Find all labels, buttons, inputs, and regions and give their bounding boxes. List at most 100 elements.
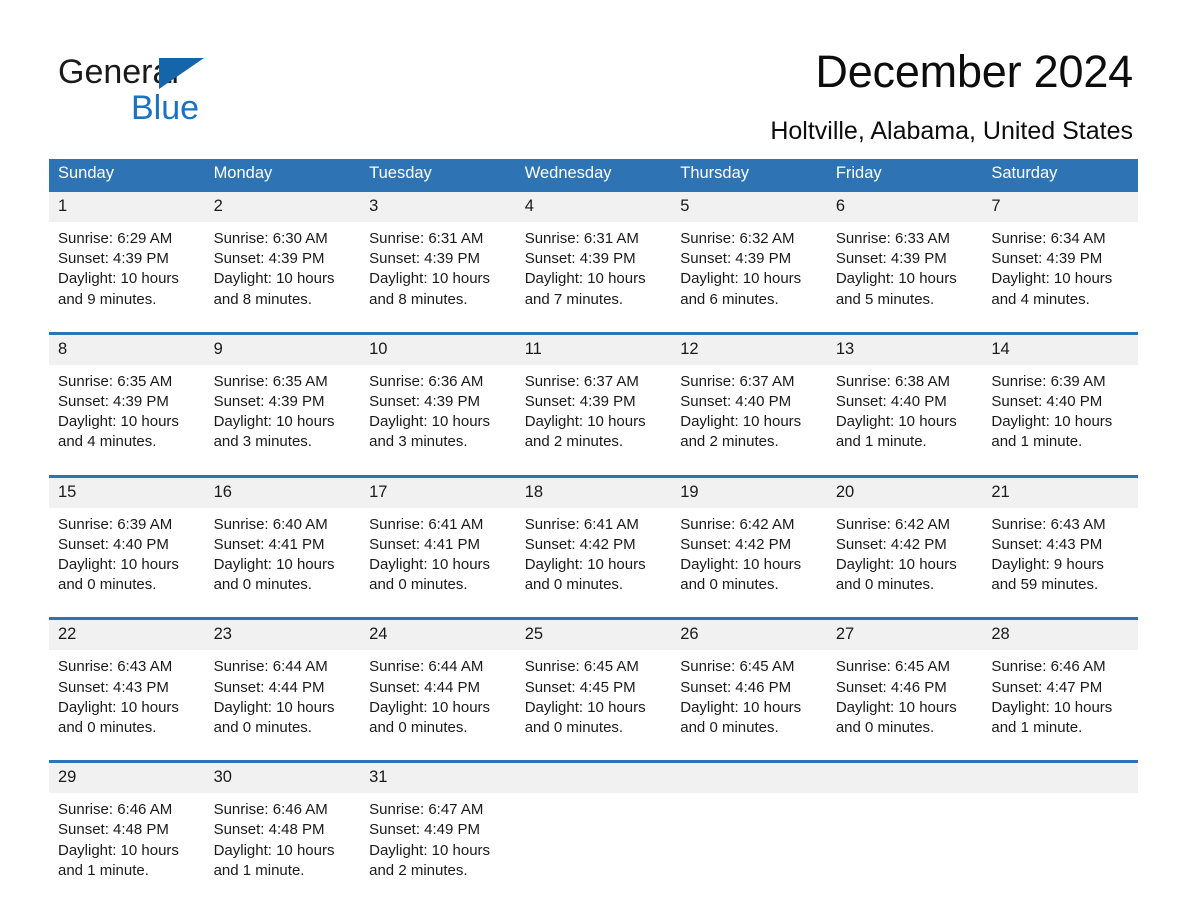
sunset-text: Sunset: 4:40 PM	[58, 535, 169, 553]
sunset-text: Sunset: 4:39 PM	[991, 250, 1103, 268]
calendar-day-cell-empty	[515, 760, 672, 890]
daylight-text: Daylight: 10 hours and 0 minutes.	[369, 698, 491, 737]
sunrise-text: Sunrise: 6:41 AM	[524, 515, 639, 533]
day-number: 13	[826, 334, 983, 365]
calendar-body: 1 Sunrise: 6:29 AM Sunset: 4:39 PM Daylight…	[49, 188, 1138, 890]
sunrise-text: Sunrise: 6:30 AM	[213, 230, 328, 247]
day-number: 1	[49, 192, 205, 222]
logo-triangle-icon	[159, 58, 204, 89]
sunset-text: Sunset: 4:47 PM	[991, 678, 1103, 696]
calendar-day-cell[interactable]: 31 Sunrise: 6:47 AM Sunset: 4:49 PM Dayligh…	[360, 760, 516, 890]
sunrise-text: Sunrise: 6:32 AM	[680, 230, 795, 247]
day-details	[516, 793, 672, 878]
day-details: Sunrise: 6:43 AM Sunset: 4:43 PM Daylight:…	[982, 508, 1138, 604]
day-number: 3	[360, 192, 516, 222]
calendar-day-cell[interactable]: 4 Sunrise: 6:31 AM Sunset: 4:39 PM Daylight…	[515, 188, 672, 318]
calendar-day-cell[interactable]: 27 Sunrise: 6:45 AM Sunset: 4:46 PM Dayligh…	[826, 617, 983, 747]
day-details: Sunrise: 6:46 AM Sunset: 4:47 PM Daylight:…	[982, 650, 1138, 746]
day-number: 7	[982, 192, 1138, 222]
sunset-text: Sunset: 4:42 PM	[680, 535, 792, 553]
calendar-week-row: 15 Sunrise: 6:39 AM Sunset: 4:40 PM Dayligh…	[49, 474, 1138, 604]
calendar-day-cell[interactable]: 16 Sunrise: 6:40 AM Sunset: 4:41 PM Dayligh…	[204, 474, 361, 604]
day-details: Sunrise: 6:42 AM Sunset: 4:42 PM Daylight:…	[827, 508, 983, 604]
calendar-day-cell[interactable]: 2 Sunrise: 6:30 AM Sunset: 4:39 PM Daylight…	[204, 188, 361, 318]
day-details: Sunrise: 6:31 AM Sunset: 4:39 PM Daylight:…	[516, 222, 672, 318]
day-number: 29	[49, 763, 205, 794]
daylight-text: Daylight: 10 hours and 6 minutes.	[680, 270, 802, 308]
sunrise-text: Sunrise: 6:29 AM	[58, 230, 173, 247]
sunrise-text: Sunrise: 6:31 AM	[369, 230, 484, 247]
calendar-day-cell[interactable]: 18 Sunrise: 6:41 AM Sunset: 4:42 PM Dayligh…	[515, 474, 672, 604]
calendar-day-cell[interactable]: 5 Sunrise: 6:32 AM Sunset: 4:39 PM Daylight…	[671, 188, 827, 318]
sunset-text: Sunset: 4:39 PM	[835, 250, 947, 268]
day-details: Sunrise: 6:38 AM Sunset: 4:40 PM Daylight:…	[827, 365, 983, 461]
sunset-text: Sunset: 4:48 PM	[58, 821, 169, 839]
day-number	[982, 763, 1138, 794]
calendar-day-cell[interactable]: 20 Sunrise: 6:42 AM Sunset: 4:42 PM Dayligh…	[826, 474, 983, 604]
logo-word-blue: Blue	[131, 89, 200, 127]
day-details: Sunrise: 6:39 AM Sunset: 4:40 PM Daylight:…	[982, 365, 1138, 461]
daylight-text: Daylight: 10 hours and 0 minutes.	[213, 698, 335, 737]
sunset-text: Sunset: 4:39 PM	[58, 250, 169, 268]
sunset-text: Sunset: 4:39 PM	[524, 393, 636, 411]
calendar-day-cell-empty	[982, 760, 1138, 890]
daylight-text: Daylight: 10 hours and 0 minutes.	[524, 698, 646, 737]
daylight-text: Daylight: 10 hours and 1 minute.	[991, 413, 1113, 451]
calendar-day-cell[interactable]: 12 Sunrise: 6:37 AM Sunset: 4:40 PM Dayligh…	[671, 331, 827, 461]
day-number: 5	[671, 192, 827, 222]
day-details	[671, 793, 827, 878]
day-number: 26	[671, 620, 827, 651]
calendar-table: Sunday Monday Tuesday Wednesday Thursday…	[49, 159, 1138, 890]
day-number	[826, 763, 983, 794]
day-number: 19	[671, 477, 827, 508]
calendar-day-cell[interactable]: 24 Sunrise: 6:44 AM Sunset: 4:44 PM Dayligh…	[360, 617, 516, 747]
day-details: Sunrise: 6:46 AM Sunset: 4:48 PM Daylight:…	[49, 793, 205, 889]
sunset-text: Sunset: 4:39 PM	[369, 393, 481, 411]
calendar-day-cell[interactable]: 28 Sunrise: 6:46 AM Sunset: 4:47 PM Dayligh…	[982, 617, 1138, 747]
day-details: Sunrise: 6:44 AM Sunset: 4:44 PM Daylight:…	[360, 650, 516, 746]
calendar-day-cell[interactable]: 7 Sunrise: 6:34 AM Sunset: 4:39 PM Daylight…	[982, 188, 1138, 318]
calendar-day-cell[interactable]: 10 Sunrise: 6:36 AM Sunset: 4:39 PM Dayligh…	[360, 331, 516, 461]
day-details: Sunrise: 6:34 AM Sunset: 4:39 PM Daylight:…	[982, 222, 1138, 318]
location-subtitle: Holtville, Alabama, United States	[770, 117, 1133, 145]
weekday-header-monday: Monday	[204, 159, 361, 191]
calendar-day-cell[interactable]: 26 Sunrise: 6:45 AM Sunset: 4:46 PM Dayligh…	[671, 617, 827, 747]
calendar-day-cell[interactable]: 13 Sunrise: 6:38 AM Sunset: 4:40 PM Dayligh…	[826, 331, 983, 461]
calendar-day-cell[interactable]: 23 Sunrise: 6:44 AM Sunset: 4:44 PM Dayligh…	[204, 617, 361, 747]
calendar-day-cell-empty	[671, 760, 827, 890]
weekday-header-friday: Friday	[826, 159, 983, 191]
calendar-page: General Blue December 2024 Holtville, Al…	[0, 0, 1188, 918]
day-details	[982, 793, 1138, 878]
calendar-day-cell[interactable]: 22 Sunrise: 6:43 AM Sunset: 4:43 PM Dayligh…	[49, 617, 205, 747]
calendar-day-cell[interactable]: 6 Sunrise: 6:33 AM Sunset: 4:39 PM Daylight…	[826, 188, 983, 318]
calendar-day-cell[interactable]: 3 Sunrise: 6:31 AM Sunset: 4:39 PM Daylight…	[360, 188, 516, 318]
sunset-text: Sunset: 4:45 PM	[524, 678, 636, 696]
calendar-day-cell[interactable]: 15 Sunrise: 6:39 AM Sunset: 4:40 PM Dayligh…	[49, 474, 205, 604]
day-details: Sunrise: 6:46 AM Sunset: 4:48 PM Daylight:…	[205, 793, 361, 889]
calendar-day-cell[interactable]: 11 Sunrise: 6:37 AM Sunset: 4:39 PM Dayligh…	[515, 331, 672, 461]
day-details: Sunrise: 6:37 AM Sunset: 4:39 PM Daylight:…	[516, 365, 672, 461]
calendar-day-cell[interactable]: 21 Sunrise: 6:43 AM Sunset: 4:43 PM Dayligh…	[982, 474, 1138, 604]
day-number: 6	[826, 192, 983, 222]
calendar-week-row: 1 Sunrise: 6:29 AM Sunset: 4:39 PM Daylight…	[49, 188, 1138, 318]
calendar-day-cell[interactable]: 25 Sunrise: 6:45 AM Sunset: 4:45 PM Dayligh…	[515, 617, 672, 747]
day-details: Sunrise: 6:39 AM Sunset: 4:40 PM Daylight:…	[49, 508, 205, 604]
day-details: Sunrise: 6:35 AM Sunset: 4:39 PM Daylight:…	[205, 365, 361, 461]
daylight-text: Daylight: 10 hours and 4 minutes.	[58, 413, 179, 451]
calendar-day-cell[interactable]: 9 Sunrise: 6:35 AM Sunset: 4:39 PM Daylight…	[204, 331, 361, 461]
calendar-day-cell[interactable]: 14 Sunrise: 6:39 AM Sunset: 4:40 PM Dayligh…	[982, 331, 1138, 461]
calendar-day-cell[interactable]: 29 Sunrise: 6:46 AM Sunset: 4:48 PM Dayligh…	[49, 760, 205, 890]
daylight-text: Daylight: 10 hours and 1 minute.	[835, 413, 957, 451]
weekday-header-tuesday: Tuesday	[360, 159, 516, 191]
calendar-day-cell[interactable]: 19 Sunrise: 6:42 AM Sunset: 4:42 PM Dayligh…	[671, 474, 827, 604]
calendar-day-cell[interactable]: 8 Sunrise: 6:35 AM Sunset: 4:39 PM Daylight…	[49, 331, 205, 461]
day-details: Sunrise: 6:29 AM Sunset: 4:39 PM Daylight:…	[49, 222, 205, 318]
general-blue-logo[interactable]: General Blue	[58, 52, 358, 132]
week-spacer-cell	[49, 460, 1138, 477]
day-details: Sunrise: 6:45 AM Sunset: 4:45 PM Daylight:…	[516, 650, 672, 746]
calendar-day-cell[interactable]: 1 Sunrise: 6:29 AM Sunset: 4:39 PM Daylight…	[49, 188, 205, 318]
daylight-text: Daylight: 10 hours and 0 minutes.	[213, 556, 335, 594]
calendar-day-cell[interactable]: 17 Sunrise: 6:41 AM Sunset: 4:41 PM Dayligh…	[360, 474, 516, 604]
calendar-day-cell[interactable]: 30 Sunrise: 6:46 AM Sunset: 4:48 PM Dayligh…	[204, 760, 361, 890]
sunrise-text: Sunrise: 6:35 AM	[213, 372, 328, 390]
